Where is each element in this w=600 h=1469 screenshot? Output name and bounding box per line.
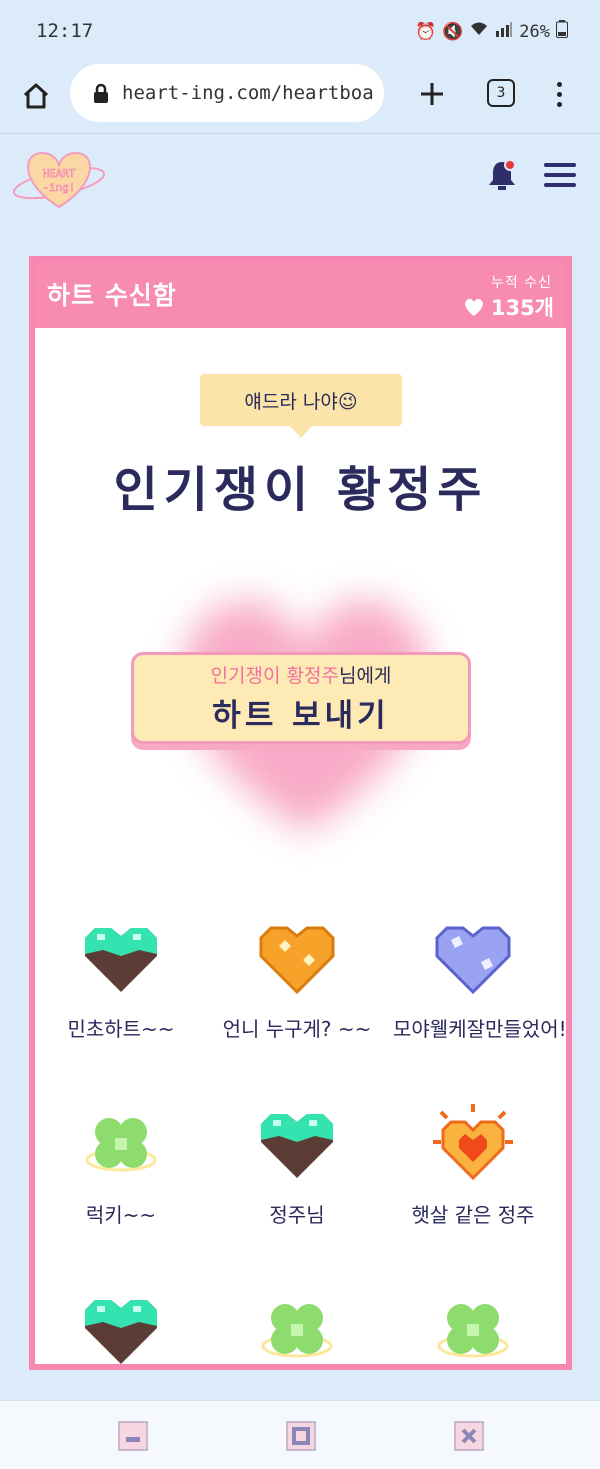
close-icon[interactable]	[452, 1419, 486, 1453]
alarm-icon: ⏰	[414, 21, 437, 42]
heart-card[interactable]: 언니 누구게? ~~	[211, 916, 383, 1044]
heart-card[interactable]: 럭키~~	[35, 1102, 207, 1230]
heart-card[interactable]: 민초하트~~	[35, 916, 207, 1044]
owner-name: 인기쟁이 황정주	[113, 462, 488, 518]
orange-heart-icon	[259, 926, 335, 995]
home-button[interactable]	[18, 78, 54, 114]
battery-percent: 26%	[519, 21, 550, 42]
menu-button[interactable]	[544, 163, 576, 187]
notification-badge	[504, 159, 516, 171]
heart-card[interactable]	[35, 1288, 207, 1364]
heart-label: 언니 누구게? ~~	[222, 1017, 372, 1041]
total-received-count: 135개	[463, 292, 554, 322]
app-header: HEART -ing!	[0, 135, 600, 225]
home-icon	[23, 83, 49, 109]
heart-card[interactable]: 모야웰케잘만들었어!!!	[387, 916, 572, 1044]
dot-icon	[556, 81, 562, 87]
bottom-navigation	[0, 1400, 600, 1469]
send-heart-button[interactable]: 인기쟁이 황정주님에게 하트 보내기	[131, 652, 471, 744]
total-received-label: 누적 수신	[491, 275, 552, 291]
inbox-header: 하트 수신함 누적 수신 135개	[35, 262, 566, 328]
total-count-value: 135개	[490, 296, 554, 320]
sunshine-heart-icon	[433, 1104, 513, 1181]
mint-choco-heart-icon	[85, 928, 157, 992]
mint-choco-heart-icon	[261, 1114, 333, 1178]
heart-label: 모야웰케잘만들었어!!!	[393, 1017, 572, 1041]
inbox-title: 하트 수신함	[47, 281, 177, 310]
recipient-name: 인기쟁이 황정주	[210, 665, 339, 687]
more-options-button[interactable]	[545, 76, 573, 112]
clover-icon	[85, 1118, 157, 1172]
url-text: heart-ing.com/heartboa	[122, 82, 374, 104]
heart-card[interactable]	[387, 1288, 559, 1364]
owner-tooltip: 얘드라 나야😉	[200, 374, 402, 438]
menu-bar-icon	[544, 173, 576, 177]
heart-label: 민초하트~~	[67, 1017, 175, 1041]
battery-icon	[556, 20, 568, 43]
heart-card[interactable]: 정주님	[211, 1102, 383, 1230]
lock-icon	[94, 83, 108, 103]
status-bar: 12:17 ⏰ 🔇 26%	[0, 0, 600, 62]
address-bar[interactable]: heart-ing.com/heartboa	[70, 64, 384, 122]
heart-icon	[464, 298, 483, 316]
tab-switcher-button[interactable]: 3	[487, 79, 515, 107]
menu-bar-icon	[544, 163, 576, 167]
clover-icon	[437, 1304, 509, 1358]
menu-bar-icon	[544, 183, 576, 187]
send-button-recipient: 인기쟁이 황정주님에게	[211, 661, 392, 688]
clover-icon	[261, 1304, 333, 1358]
status-time: 12:17	[36, 20, 94, 42]
dot-icon	[556, 91, 562, 97]
wifi-icon	[469, 21, 489, 42]
new-tab-button[interactable]	[414, 76, 450, 112]
mute-icon: 🔇	[442, 21, 464, 42]
heart-label: 햇살 같은 정주	[411, 1203, 535, 1227]
heart-card[interactable]: 햇살 같은 정주	[387, 1102, 559, 1230]
signal-icon	[495, 21, 513, 42]
dot-icon	[556, 101, 562, 107]
heart-label: 럭키~~	[85, 1203, 157, 1227]
browser-toolbar: heart-ing.com/heartboa 3	[0, 62, 600, 134]
heart-card[interactable]	[211, 1288, 383, 1364]
minimize-icon[interactable]	[116, 1419, 150, 1453]
heart-ing-logo[interactable]: HEART -ing!	[10, 145, 108, 211]
heart-inbox: 하트 수신함 누적 수신 135개 얘드라 나야😉 인기쟁이 황정주 인기쟁이 …	[29, 256, 572, 1370]
plus-icon	[421, 83, 443, 105]
mint-choco-heart-icon	[85, 1300, 157, 1364]
svg-text:HEART: HEART	[42, 167, 75, 180]
svg-text:-ing!: -ing!	[42, 181, 75, 194]
status-icons: ⏰ 🔇 26%	[415, 20, 568, 43]
heart-label: 정주님	[269, 1203, 325, 1227]
maximize-icon[interactable]	[284, 1419, 318, 1453]
send-button-label: 하트 보내기	[212, 698, 390, 734]
blue-heart-icon	[435, 926, 511, 995]
recipient-suffix: 님에게	[338, 665, 392, 687]
